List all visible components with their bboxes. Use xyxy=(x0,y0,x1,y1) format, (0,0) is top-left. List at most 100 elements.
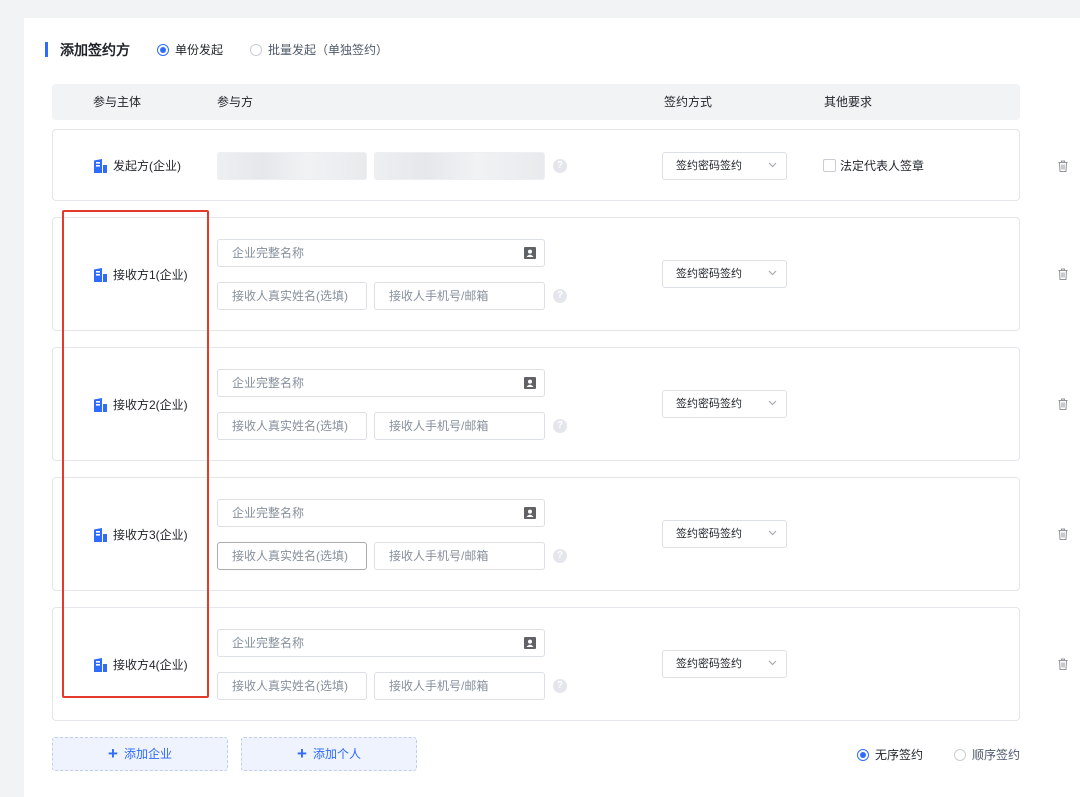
table-row-receiver-3: 接收方3(企业) 企业完整名称 接收人真实姓名(选填) 接收人手机号/邮箱 ? … xyxy=(52,477,1068,591)
receiver-contact-placeholder: 接收人手机号/邮箱 xyxy=(389,289,489,303)
entity-label: 接收方2(企业) xyxy=(113,398,188,412)
receiver-name-placeholder: 接收人真实姓名(选填) xyxy=(232,679,348,693)
entity-cell: 接收方3(企业) xyxy=(94,527,188,543)
receiver-name-input[interactable]: 接收人真实姓名(选填) xyxy=(217,672,367,700)
sign-method-value: 签约密码签约 xyxy=(676,658,742,670)
chevron-down-icon xyxy=(768,660,777,666)
entity-cell: 接收方1(企业) xyxy=(94,267,188,283)
order-unordered-label: 无序签约 xyxy=(875,748,924,762)
radio-dot[interactable] xyxy=(857,749,869,761)
chevron-down-icon xyxy=(768,270,777,276)
receiver-name-input[interactable]: 接收人真实姓名(选填) xyxy=(217,282,367,310)
building-icon xyxy=(94,159,107,173)
add-person-label: 添加个人 xyxy=(312,747,361,761)
receiver-contact-input[interactable]: 接收人手机号/邮箱 xyxy=(374,672,545,700)
trash-icon[interactable] xyxy=(1058,658,1068,670)
company-name-placeholder: 企业完整名称 xyxy=(232,246,305,260)
chevron-down-icon xyxy=(768,530,777,536)
initiator-contact-field[interactable] xyxy=(374,152,545,180)
trash-icon[interactable] xyxy=(1058,268,1068,280)
help-icon[interactable]: ? xyxy=(553,159,567,173)
contact-card-icon[interactable] xyxy=(524,247,536,259)
sign-method-select[interactable]: 签约密码签约 xyxy=(662,650,787,678)
company-name-input[interactable]: 企业完整名称 xyxy=(217,369,545,397)
legal-rep-seal-label: 法定代表人签章 xyxy=(840,159,925,173)
company-name-input[interactable]: 企业完整名称 xyxy=(217,499,545,527)
initiator-company-field[interactable] xyxy=(217,152,367,180)
receiver-contact-input[interactable]: 接收人手机号/邮箱 xyxy=(374,542,545,570)
entity-label: 接收方3(企业) xyxy=(113,528,188,542)
sign-method-value: 签约密码签约 xyxy=(676,398,742,410)
company-name-placeholder: 企业完整名称 xyxy=(232,506,305,520)
section-title: 添加签约方 xyxy=(60,42,130,58)
order-sequential-label: 顺序签约 xyxy=(972,748,1021,762)
column-header-other: 其他要求 xyxy=(824,95,873,109)
add-company-label: 添加企业 xyxy=(123,747,172,761)
trash-icon[interactable] xyxy=(1058,160,1068,172)
help-icon[interactable]: ? xyxy=(553,679,567,693)
receiver-contact-input[interactable]: 接收人手机号/邮箱 xyxy=(374,282,545,310)
receiver-name-input[interactable]: 接收人真实姓名(选填) xyxy=(217,542,367,570)
mode-batch-label: 批量发起（单独签约） xyxy=(268,43,389,57)
plus-icon: + xyxy=(297,744,307,763)
receiver-name-input[interactable]: 接收人真实姓名(选填) xyxy=(217,412,367,440)
receiver-contact-placeholder: 接收人手机号/邮箱 xyxy=(389,679,489,693)
column-header-sign-method: 签约方式 xyxy=(664,95,713,109)
help-icon[interactable]: ? xyxy=(553,549,567,563)
add-company-button[interactable]: + 添加企业 xyxy=(52,737,228,771)
radio-dot[interactable] xyxy=(250,44,262,56)
table-row-receiver-2: 接收方2(企业) 企业完整名称 接收人真实姓名(选填) 接收人手机号/邮箱 ? … xyxy=(52,347,1068,461)
help-icon[interactable]: ? xyxy=(553,289,567,303)
contact-card-icon[interactable] xyxy=(524,377,536,389)
chevron-down-icon xyxy=(768,162,777,168)
trash-icon[interactable] xyxy=(1058,528,1068,540)
company-name-input[interactable]: 企业完整名称 xyxy=(217,239,545,267)
receiver-contact-input[interactable]: 接收人手机号/邮箱 xyxy=(374,412,545,440)
building-icon xyxy=(94,528,107,542)
receiver-contact-placeholder: 接收人手机号/邮箱 xyxy=(389,419,489,433)
mode-single-radio[interactable]: 单份发起 xyxy=(157,42,223,58)
column-header-party: 参与方 xyxy=(217,95,254,109)
sign-method-select[interactable]: 签约密码签约 xyxy=(662,260,787,288)
entity-cell: 接收方4(企业) xyxy=(94,657,188,673)
order-unordered-radio[interactable]: 无序签约 xyxy=(857,747,923,763)
column-header-entity: 参与主体 xyxy=(93,95,142,109)
sign-method-select[interactable]: 签约密码签约 xyxy=(662,520,787,548)
radio-dot[interactable] xyxy=(157,44,169,56)
contact-card-icon[interactable] xyxy=(524,637,536,649)
entity-label: 接收方1(企业) xyxy=(113,268,188,282)
legal-rep-seal-checkbox[interactable] xyxy=(823,159,836,172)
sign-method-select[interactable]: 签约密码签约 xyxy=(662,390,787,418)
table-header: 参与主体 参与方 签约方式 其他要求 xyxy=(52,84,1020,120)
help-icon[interactable]: ? xyxy=(553,419,567,433)
sign-method-select[interactable]: 签约密码签约 xyxy=(662,152,787,180)
company-name-input[interactable]: 企业完整名称 xyxy=(217,629,545,657)
building-icon xyxy=(94,268,107,282)
company-name-placeholder: 企业完整名称 xyxy=(232,376,305,390)
entity-label: 发起方(企业) xyxy=(113,159,181,173)
table-row-receiver-4: 接收方4(企业) 企业完整名称 接收人真实姓名(选填) 接收人手机号/邮箱 ? … xyxy=(52,607,1068,721)
building-icon xyxy=(94,398,107,412)
table-row-initiator: 发起方(企业) ? 签约密码签约 法定代表人签章 xyxy=(52,129,1068,201)
mode-batch-radio[interactable]: 批量发起（单独签约） xyxy=(250,42,388,58)
entity-cell: 发起方(企业) xyxy=(94,158,181,174)
sign-method-value: 签约密码签约 xyxy=(676,528,742,540)
sign-method-value: 签约密码签约 xyxy=(676,268,742,280)
sign-method-value: 签约密码签约 xyxy=(676,160,742,172)
building-icon xyxy=(94,658,107,672)
receiver-name-placeholder: 接收人真实姓名(选填) xyxy=(232,549,348,563)
radio-dot[interactable] xyxy=(954,749,966,761)
receiver-name-placeholder: 接收人真实姓名(选填) xyxy=(232,419,348,433)
contact-card-icon[interactable] xyxy=(524,507,536,519)
mode-single-label: 单份发起 xyxy=(175,43,224,57)
trash-icon[interactable] xyxy=(1058,398,1068,410)
chevron-down-icon xyxy=(768,400,777,406)
order-sequential-radio[interactable]: 顺序签约 xyxy=(954,747,1020,763)
add-person-button[interactable]: + 添加个人 xyxy=(241,737,417,771)
table-row-receiver-1: 接收方1(企业) 企业完整名称 接收人真实姓名(选填) 接收人手机号/邮箱 ? … xyxy=(52,217,1068,331)
title-accent-bar xyxy=(45,42,48,57)
plus-icon: + xyxy=(108,744,118,763)
entity-label: 接收方4(企业) xyxy=(113,658,188,672)
receiver-name-placeholder: 接收人真实姓名(选填) xyxy=(232,289,348,303)
entity-cell: 接收方2(企业) xyxy=(94,397,188,413)
